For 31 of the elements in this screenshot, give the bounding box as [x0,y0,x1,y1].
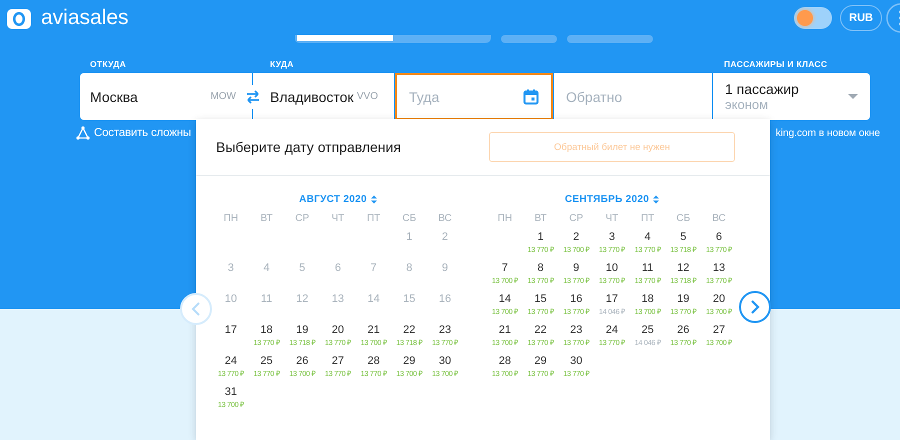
weekday-label: ВС [437,213,453,226]
weekday-label: СБ [675,213,692,226]
weekday-label: ПТ [366,213,382,226]
field-label: ОТКУДА [90,59,126,69]
weekday-label: ПН [222,213,240,226]
weekday-label: СР [568,213,584,226]
sort-arrows-icon [370,195,377,204]
origin-field[interactable]: Москва MOW [80,73,252,120]
field-label: КУДА [270,59,294,69]
weekday-label: ЧТ [604,213,620,226]
weekday-label: ПН [496,213,514,226]
weekday-label: ВТ [533,213,548,226]
sort-arrows-icon [653,195,660,204]
calendar-icon [523,88,539,104]
weekday-label: СБ [401,213,418,226]
weekday-label: ПТ [640,213,656,226]
datepicker-title: Выберите дату отправления [216,139,401,155]
dropdown-caret-icon [848,94,858,100]
route-icon [76,126,90,140]
calendar-day[interactable]: 17 [213,321,249,352]
chevron-right-icon [750,300,760,314]
logo-icon[interactable] [6,6,32,32]
weekday-label: ВС [711,213,727,226]
chevron-left-icon [191,302,201,316]
weekday-label: ВТ [259,213,274,226]
field-label: ПАССАЖИРЫ И КЛАСС [724,59,828,69]
destination-field[interactable]: Владивосток VVO [253,73,394,120]
weekday-label: ЧТ [330,213,346,226]
weekday-label: СР [294,213,310,226]
theme-toggle[interactable] [794,7,832,29]
passengers-field[interactable]: 1 пассажир эконом [713,73,870,120]
